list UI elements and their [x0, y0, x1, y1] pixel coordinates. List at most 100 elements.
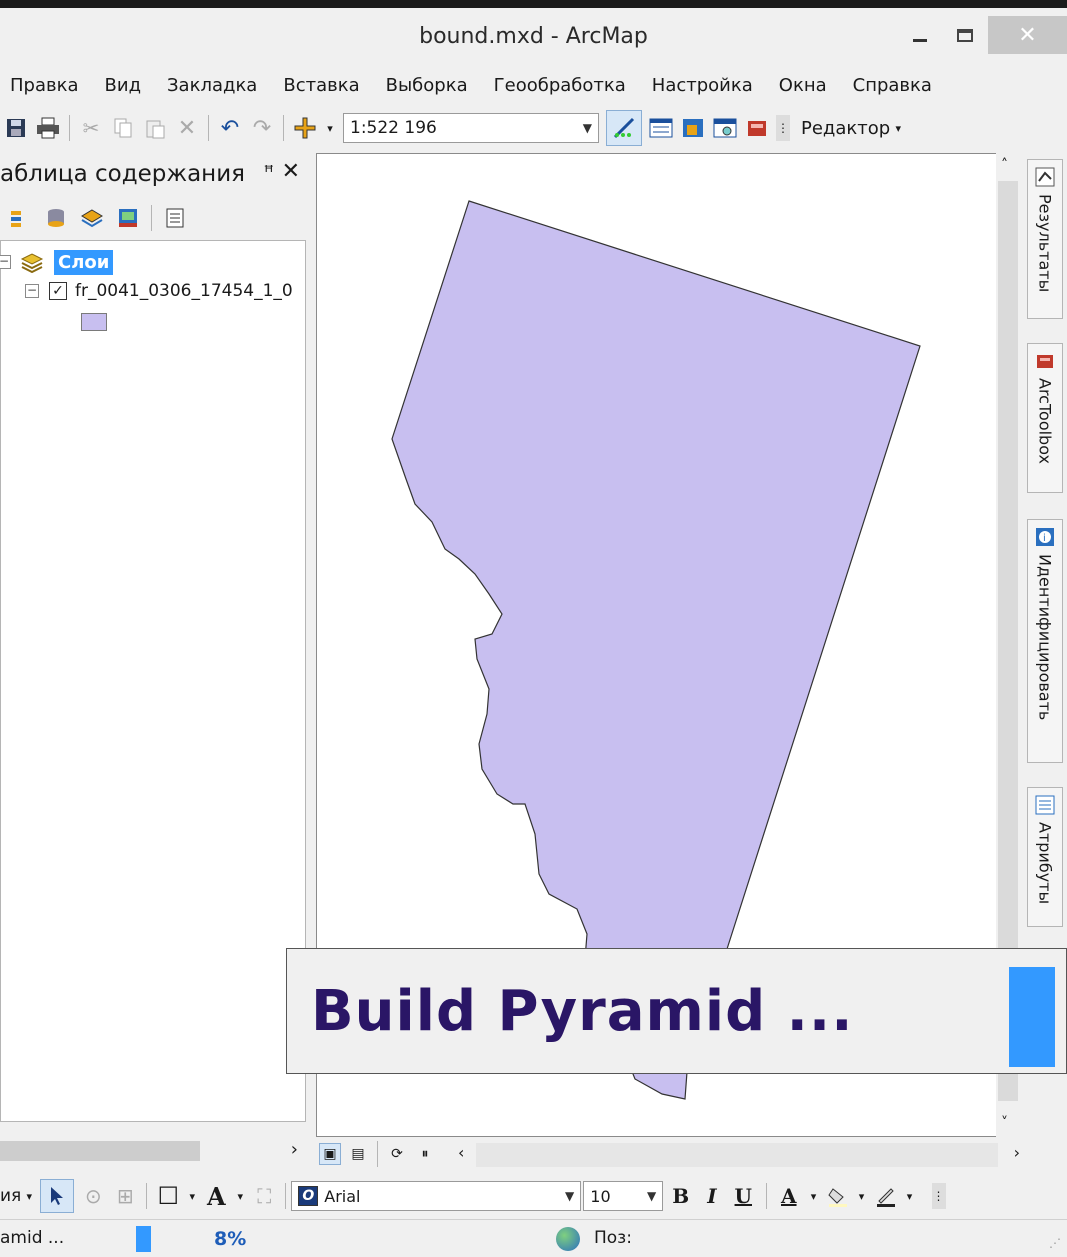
list-by-visibility-icon[interactable] — [79, 205, 105, 231]
line-color-icon[interactable] — [873, 1183, 899, 1209]
font-color-button[interactable]: A — [781, 1184, 797, 1208]
tab-identify[interactable]: i Идентифицировать — [1027, 519, 1063, 763]
scroll-right-icon[interactable]: › — [291, 1139, 298, 1160]
drawing-menu-label[interactable]: ия — [0, 1186, 21, 1206]
arctoolbox-icon[interactable] — [744, 115, 770, 141]
chevron-down-icon[interactable]: ▼ — [565, 1189, 574, 1203]
refresh-icon[interactable]: ⟳ — [386, 1143, 408, 1165]
search-window-icon[interactable] — [712, 115, 738, 141]
font-name-combobox[interactable]: O Arial ▼ — [291, 1181, 582, 1211]
menu-edit[interactable]: Правка — [0, 75, 92, 96]
toolbar-overflow-icon[interactable]: ⋮ — [931, 1183, 946, 1209]
catalog-icon[interactable] — [680, 115, 706, 141]
layer-symbol-swatch[interactable] — [81, 313, 107, 331]
bold-button[interactable]: B — [672, 1184, 689, 1208]
editor-dropdown-icon[interactable]: ▾ — [893, 115, 903, 141]
cut-icon[interactable]: ✂ — [78, 115, 104, 141]
undo-icon[interactable]: ↶ — [217, 115, 243, 141]
menu-geoprocessing[interactable]: Геообработка — [481, 75, 639, 96]
underline-button[interactable]: U — [735, 1184, 752, 1208]
tab-attributes[interactable]: Атрибуты — [1027, 787, 1063, 927]
chevron-down-icon[interactable]: ▼ — [583, 121, 592, 135]
menu-customize[interactable]: Настройка — [639, 75, 766, 96]
toolbar-separator — [285, 1183, 287, 1209]
list-by-source-icon[interactable] — [43, 205, 69, 231]
options-icon[interactable] — [162, 205, 188, 231]
font-color-dropdown-icon[interactable]: ▾ — [809, 1183, 819, 1209]
fill-color-icon[interactable] — [825, 1183, 851, 1209]
toc-horizontal-scrollbar[interactable]: › — [0, 1137, 306, 1165]
toolbar-overflow-icon[interactable]: ⋮ — [776, 115, 790, 141]
layer-name[interactable]: fr_0041_0306_17454_1_0 — [75, 281, 293, 301]
print-icon[interactable] — [35, 115, 61, 141]
font-name-value: Arial — [324, 1186, 361, 1206]
list-by-drawing-order-icon[interactable] — [7, 205, 33, 231]
toc-header: аблица содержания ꟸ ✕ — [0, 152, 310, 196]
minimize-button[interactable] — [900, 16, 940, 54]
tree-row-layers[interactable]: − Слои — [0, 249, 114, 275]
status-bar: amid ... 8% Поз: ⋰ — [0, 1219, 1067, 1257]
menu-insert[interactable]: Вставка — [270, 75, 372, 96]
table-of-contents-icon[interactable] — [648, 115, 674, 141]
fill-color-dropdown-icon[interactable]: ▾ — [857, 1183, 867, 1209]
pause-drawing-icon[interactable]: ⏸ — [414, 1143, 436, 1165]
menu-view[interactable]: Вид — [92, 75, 155, 96]
menu-selection[interactable]: Выборка — [373, 75, 481, 96]
toc-toolbar — [0, 196, 310, 240]
globe-icon — [556, 1227, 580, 1251]
select-elements-icon[interactable] — [40, 1179, 75, 1213]
draw-toolbar: ия ▾ ⊙ ⊞ ☐ ▾ A ▾ ⛶ O Arial ▼ 10 ▼ B I U … — [0, 1175, 1067, 1217]
maximize-button[interactable] — [944, 16, 986, 54]
scrollbar-thumb[interactable] — [0, 1141, 200, 1161]
data-view-icon[interactable]: ▣ — [319, 1143, 341, 1165]
scroll-down-icon[interactable]: ˅ — [1001, 1115, 1008, 1131]
pin-icon[interactable]: ꟸ — [264, 162, 274, 183]
redo-icon[interactable]: ↷ — [249, 115, 275, 141]
drawing-dropdown-icon[interactable]: ▾ — [24, 1183, 34, 1209]
attributes-icon — [1034, 794, 1056, 816]
menu-help[interactable]: Справка — [840, 75, 945, 96]
add-data-dropdown-icon[interactable]: ▾ — [324, 115, 336, 141]
toolbar-separator — [151, 205, 152, 231]
map-scale-combobox[interactable]: 1:522 196 ▼ — [343, 113, 599, 143]
editor-toolbar-toggle-icon[interactable] — [606, 110, 642, 146]
list-by-selection-icon[interactable] — [115, 205, 141, 231]
tab-results[interactable]: Результаты — [1027, 159, 1063, 319]
close-button[interactable]: ✕ — [988, 16, 1067, 54]
resize-grip-icon[interactable]: ⋰ — [1049, 1236, 1061, 1250]
save-icon[interactable] — [3, 115, 29, 141]
line-color-dropdown-icon[interactable]: ▾ — [905, 1183, 915, 1209]
delete-icon[interactable]: ✕ — [174, 115, 200, 141]
tab-arctoolbox[interactable]: ArcToolbox — [1027, 343, 1063, 493]
layout-view-icon[interactable]: ▤ — [347, 1143, 369, 1165]
toc-close-icon[interactable]: ✕ — [282, 159, 300, 184]
editor-menu-label[interactable]: Редактор — [801, 118, 890, 139]
font-size-combobox[interactable]: 10 ▼ — [583, 1181, 664, 1211]
text-icon[interactable]: A — [203, 1182, 229, 1211]
edit-vertices-icon[interactable]: ⛶ — [251, 1183, 277, 1209]
italic-button[interactable]: I — [707, 1184, 716, 1208]
chevron-down-icon[interactable]: ▼ — [647, 1189, 656, 1203]
zoom-to-selected-icon[interactable]: ⊞ — [112, 1183, 138, 1209]
collapse-icon[interactable]: − — [0, 255, 11, 269]
scroll-right-icon[interactable]: › — [1014, 1143, 1020, 1162]
rectangle-icon[interactable]: ☐ — [155, 1182, 181, 1210]
map-scale-value: 1:522 196 — [350, 118, 437, 138]
results-icon — [1034, 166, 1056, 188]
scroll-up-icon[interactable]: ˄ — [1001, 157, 1008, 173]
tree-row-layer[interactable]: − ✓ fr_0041_0306_17454_1_0 — [25, 281, 293, 301]
rectangle-dropdown-icon[interactable]: ▾ — [187, 1183, 197, 1209]
rotate-icon[interactable]: ⊙ — [80, 1183, 106, 1209]
menu-bookmarks[interactable]: Закладка — [154, 75, 270, 96]
add-data-icon[interactable] — [292, 115, 318, 141]
layers-label[interactable]: Слои — [54, 249, 114, 275]
collapse-icon[interactable]: − — [25, 284, 39, 298]
scroll-left-icon[interactable]: ‹ — [458, 1143, 464, 1162]
menu-windows[interactable]: Окна — [766, 75, 840, 96]
copy-icon[interactable] — [110, 115, 136, 141]
paste-icon[interactable] — [142, 115, 168, 141]
layer-visibility-checkbox[interactable]: ✓ — [49, 282, 67, 300]
map-horizontal-scrollbar[interactable]: ‹ › — [458, 1143, 1020, 1167]
text-dropdown-icon[interactable]: ▾ — [235, 1183, 245, 1209]
toolbar-separator — [377, 1141, 378, 1167]
